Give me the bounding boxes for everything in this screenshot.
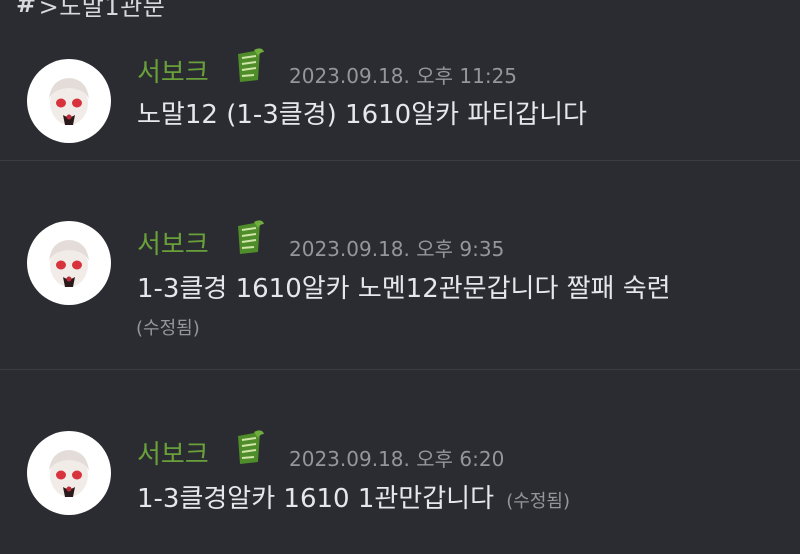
channel-name: >노말1관문 <box>38 0 166 21</box>
user-avatar[interactable] <box>27 431 111 515</box>
edited-label: (수정됨) <box>506 491 570 512</box>
message-content: 1-3클경 1610알카 노멘12관문갑니다 짤패 숙련 <box>137 274 671 304</box>
channel-header[interactable]: # >노말1관문 <box>0 0 165 22</box>
username[interactable]: 서보크 <box>137 52 209 89</box>
message-content: 1-3클경알카 1610 1관만갑니다 (수정됨) <box>137 478 570 515</box>
message-divider <box>0 369 800 370</box>
channel-hash-icon: # <box>16 0 37 18</box>
edited-label: (수정됨) <box>136 318 200 339</box>
user-avatar[interactable] <box>27 221 111 305</box>
username[interactable]: 서보크 <box>137 224 209 261</box>
message-content: 노말12 (1-3클경) 1610알카 파티갑니다 <box>137 100 587 130</box>
message-timestamp: 2023.09.18. 오후 6:20 <box>289 447 505 471</box>
message-text: 1-3클경알카 1610 1관만갑니다 <box>137 484 494 514</box>
message-divider <box>0 160 800 161</box>
green-leaf-badge-icon[interactable] <box>232 218 266 258</box>
green-leaf-badge-icon[interactable] <box>232 428 266 468</box>
message-timestamp: 2023.09.18. 오후 11:25 <box>289 64 518 88</box>
message-timestamp: 2023.09.18. 오후 9:35 <box>289 237 505 261</box>
user-avatar[interactable] <box>27 59 111 143</box>
username[interactable]: 서보크 <box>137 434 209 471</box>
green-leaf-badge-icon[interactable] <box>232 46 266 86</box>
